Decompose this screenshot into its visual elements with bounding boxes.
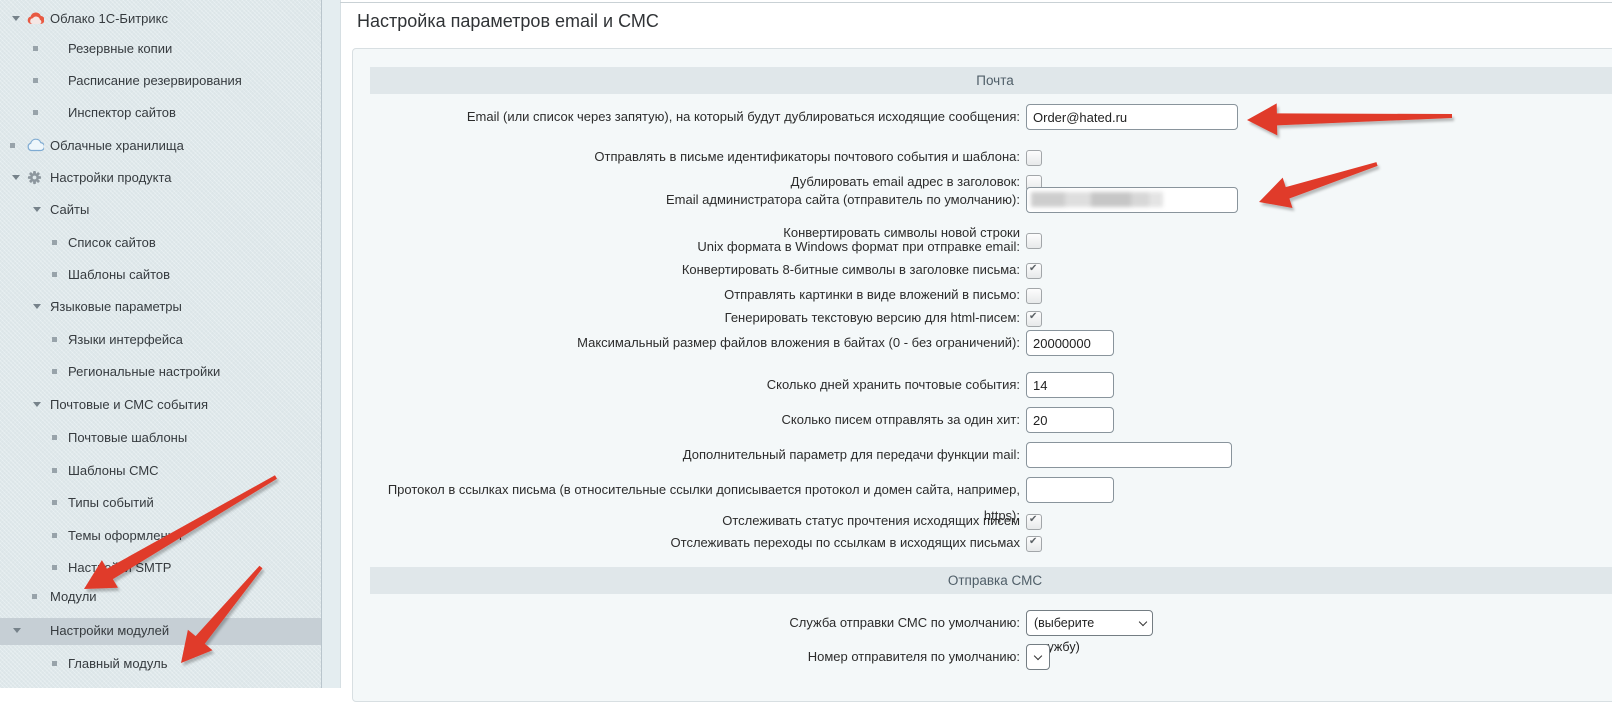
field-label: Номер отправителя по умолчанию:	[352, 644, 1020, 670]
field-label: Конвертировать 8-битные символы в заголо…	[352, 257, 1020, 283]
form-row: Конвертировать символы новой строки Unix…	[0, 226, 1612, 254]
field-label: Служба отправки СМС по умолчанию:	[352, 610, 1020, 636]
bullet-icon	[52, 468, 57, 473]
field-label: Сколько дней хранить почтовые события:	[352, 372, 1020, 398]
form-row: Номер отправителя по умолчанию:	[0, 644, 1612, 670]
redacted-value	[1031, 192, 1163, 207]
field-label: Конвертировать символы новой строки Unix…	[352, 226, 1020, 254]
images-attach-checkbox[interactable]	[1026, 288, 1042, 304]
sidebar-item-label: Расписание резервирования	[68, 73, 242, 88]
sidebar-item-18[interactable]: Настройки SMTP	[0, 559, 321, 576]
bullet-icon	[52, 565, 57, 570]
bullet-icon	[33, 46, 38, 51]
max-attach-size-input[interactable]	[1026, 330, 1114, 356]
mails-per-hit-input[interactable]	[1026, 407, 1114, 433]
convert-8bit-checkbox[interactable]	[1026, 263, 1042, 279]
form-row: Конвертировать 8-битные символы в заголо…	[0, 257, 1612, 283]
field-label: Отправлять в письме идентификаторы почто…	[352, 144, 1020, 170]
field-label: Email администратора сайта (отправитель …	[352, 187, 1020, 213]
form-row: Сколько писем отправлять за один хит:	[0, 407, 1612, 433]
bitrix-cloud-icon	[27, 11, 44, 25]
chevron-down-icon	[1034, 652, 1042, 660]
sidebar-item-2[interactable]: Резервные копии	[0, 40, 321, 57]
field-label: Дополнительный параметр для передачи фун…	[352, 442, 1020, 468]
field-label: Сколько писем отправлять за один хит:	[352, 407, 1020, 433]
form-row: Протокол в ссылках письма (в относительн…	[0, 477, 1612, 503]
link-protocol-input[interactable]	[1026, 477, 1114, 503]
form-row: Сколько дней хранить почтовые события:	[0, 372, 1612, 398]
field-label: Отслеживать переходы по ссылкам в исходя…	[352, 530, 1020, 556]
form-row: Email (или список через запятую), на кот…	[0, 104, 1612, 130]
form-row: Отправлять в письме идентификаторы почто…	[0, 144, 1612, 170]
mail-param-input[interactable]	[1026, 442, 1232, 468]
bullet-icon	[32, 594, 37, 599]
form-row: Служба отправки СМС по умолчанию: (выбер…	[0, 610, 1612, 636]
sidebar-item-label: Облако 1С-Битрикс	[50, 11, 168, 26]
expand-triangle-icon[interactable]	[12, 16, 20, 21]
page-title: Настройка параметров email и СМС	[357, 11, 659, 32]
form-row: Email администратора сайта (отправитель …	[0, 187, 1612, 213]
form-row: Дополнительный параметр для передачи фун…	[0, 442, 1612, 468]
sidebar-item-label: Модули	[50, 589, 97, 604]
text-version-checkbox[interactable]	[1026, 311, 1042, 327]
sidebar-item-1[interactable]: Облако 1С-Битрикс	[0, 10, 321, 27]
sms-sender-select[interactable]	[1026, 644, 1050, 670]
track-click-checkbox[interactable]	[1026, 536, 1042, 552]
sidebar-item-label: Настройки SMTP	[68, 560, 171, 575]
sidebar-item-19[interactable]: Модули	[0, 588, 321, 605]
field-label: Генерировать текстовую версию для html-п…	[352, 305, 1020, 331]
content-top-border	[340, 2, 1612, 3]
chevron-down-icon	[1139, 618, 1147, 626]
bullet-icon	[52, 435, 57, 440]
field-label: Email (или список через запятую), на кот…	[352, 104, 1020, 130]
form-row: Отслеживать переходы по ссылкам в исходя…	[0, 530, 1612, 556]
bullet-icon	[33, 78, 38, 83]
send-ids-checkbox[interactable]	[1026, 150, 1042, 166]
sidebar-item-3[interactable]: Расписание резервирования	[0, 72, 321, 89]
dup-email-input[interactable]	[1026, 104, 1238, 130]
section-heading-mail: Почта	[370, 67, 1612, 94]
convert-newline-checkbox[interactable]	[1026, 233, 1042, 249]
form-row: Генерировать текстовую версию для html-п…	[0, 305, 1612, 331]
sidebar-item-label: Резервные копии	[68, 41, 172, 56]
field-label: Максимальный размер файлов вложения в ба…	[352, 330, 1020, 356]
form-row: Максимальный размер файлов вложения в ба…	[0, 330, 1612, 356]
track-read-checkbox[interactable]	[1026, 514, 1042, 530]
days-keep-input[interactable]	[1026, 372, 1114, 398]
sms-service-select[interactable]: (выберите службу)	[1026, 610, 1153, 636]
section-heading-sms: Отправка СМС	[370, 567, 1612, 594]
